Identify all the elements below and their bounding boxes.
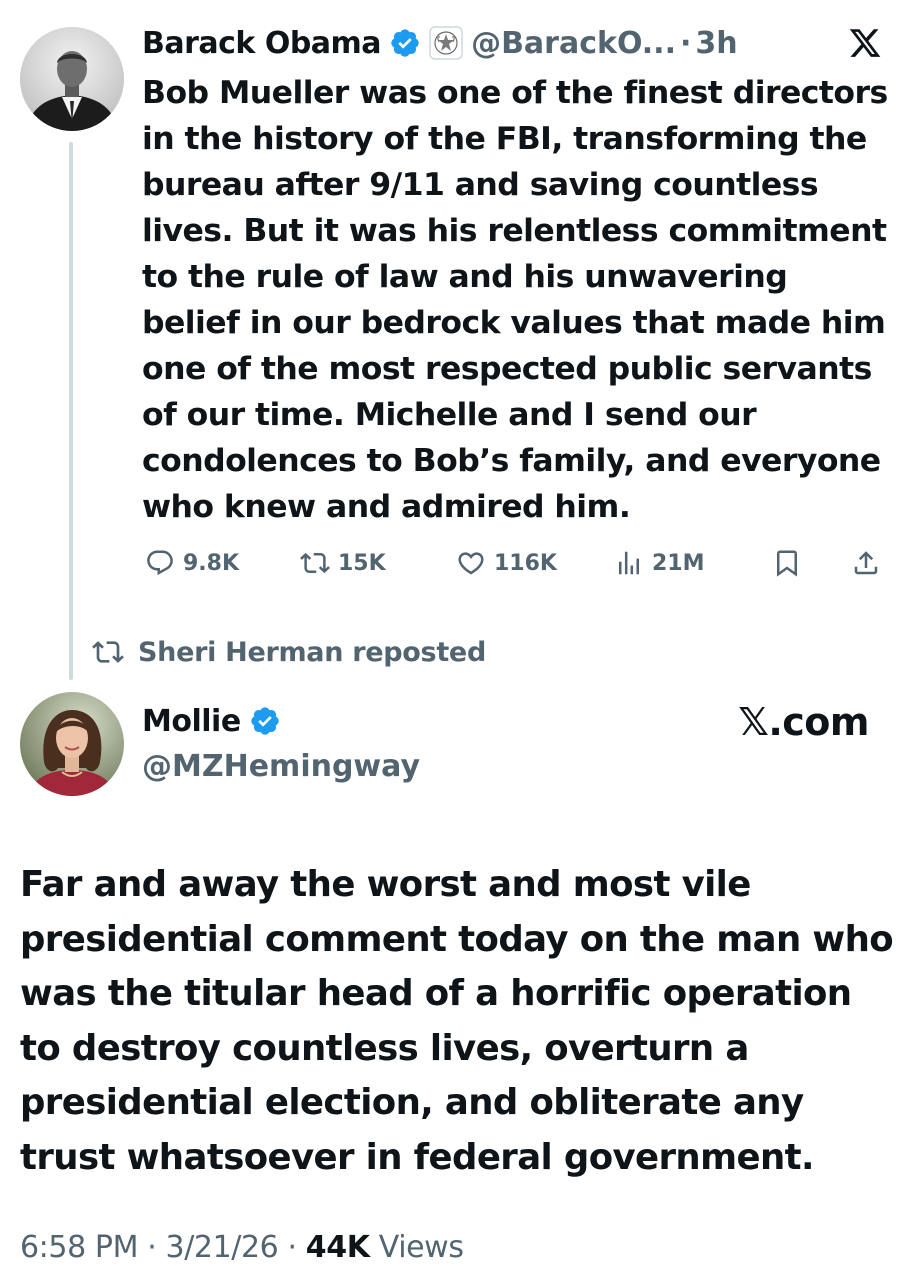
mollie-avatar[interactable]: [20, 692, 124, 796]
like-button[interactable]: 116K: [456, 548, 557, 578]
x-logo-icon[interactable]: [846, 26, 884, 64]
meta-separator-2: ·: [278, 1230, 306, 1265]
repost-indicator-text: Sheri Herman reposted: [138, 636, 486, 668]
reply-button[interactable]: 9.8K: [145, 548, 239, 578]
quote-date[interactable]: 3/21/26: [166, 1230, 279, 1265]
quote-author-name[interactable]: Mollie: [142, 704, 241, 739]
quote-views-count: 44K: [305, 1230, 370, 1265]
author-name[interactable]: Barack Obama: [142, 26, 382, 61]
quote-time[interactable]: 6:58 PM: [20, 1230, 138, 1265]
repost-indicator-icon: [92, 641, 124, 663]
presidential-seal-icon: [429, 26, 463, 60]
quote-tweet-text: Far and away the worst and most vile pre…: [20, 864, 894, 1178]
views-count: 21M: [652, 550, 705, 576]
verified-badge-icon: [389, 27, 421, 59]
quote-author-handle[interactable]: @MZHemingway: [142, 745, 420, 789]
header-separator: ·: [679, 25, 692, 61]
main-tweet-header: Barack Obama @BarackO... · 3h: [142, 22, 738, 64]
thread-connector-line: [69, 142, 73, 680]
views-icon: [619, 551, 639, 575]
author-handle[interactable]: @BarackO...: [471, 26, 676, 61]
quote-verified-badge-icon: [249, 705, 281, 737]
main-tweet-text: Bob Mueller was one of the finest direct…: [142, 75, 888, 525]
like-icon: [458, 552, 484, 575]
x-com-brand: 𝕏.com: [738, 700, 869, 744]
quote-views-label: Views: [369, 1230, 464, 1265]
repost-count: 15K: [338, 550, 386, 576]
like-count: 116K: [494, 550, 557, 576]
reply-icon: [147, 550, 173, 576]
repost-icon: [300, 552, 330, 574]
reply-count: 9.8K: [183, 550, 240, 576]
tweet-time[interactable]: 3h: [695, 26, 737, 61]
bookmark-icon: [777, 550, 797, 577]
bookmark-button[interactable]: [772, 548, 802, 578]
share-button[interactable]: [851, 548, 881, 578]
views-button[interactable]: 21M: [614, 548, 705, 578]
quote-tweet-meta: 6:58 PM · 3/21/26 · 44K Views: [20, 1230, 464, 1265]
repost-indicator[interactable]: Sheri Herman reposted: [92, 636, 486, 668]
quote-tweet-header: Mollie: [142, 700, 281, 742]
meta-separator: ·: [138, 1230, 166, 1265]
repost-button[interactable]: 15K: [300, 548, 386, 578]
share-icon: [854, 551, 878, 575]
obama-avatar[interactable]: [20, 27, 124, 131]
